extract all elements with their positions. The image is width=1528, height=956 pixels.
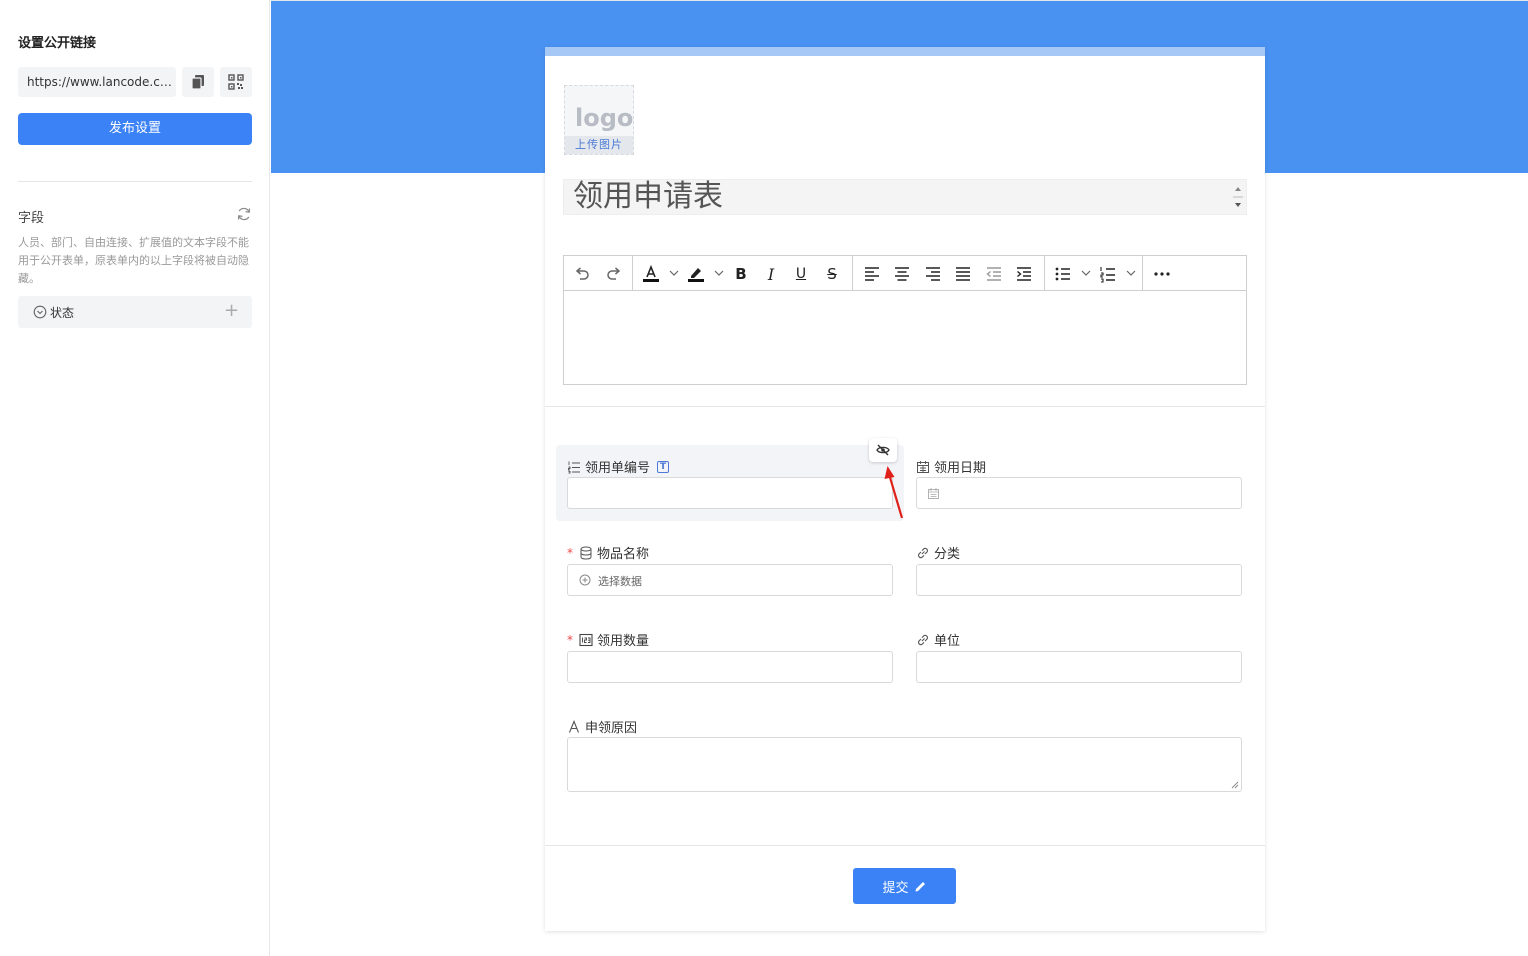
eye-off-icon (876, 444, 890, 456)
submit-button[interactable]: 提交 (853, 868, 956, 904)
font-color-icon[interactable] (641, 264, 661, 284)
qr-code-icon (228, 74, 244, 90)
footer-divider (545, 845, 1265, 846)
numbered-list-icon[interactable] (1098, 264, 1118, 284)
quantity-input[interactable] (567, 651, 893, 683)
number-icon (579, 633, 593, 646)
highlight-color-icon[interactable] (686, 264, 706, 284)
pencil-icon (915, 881, 925, 891)
database-icon (580, 546, 592, 560)
toolbar-group-history (564, 256, 633, 291)
item-name-label: 物品名称 (597, 547, 650, 562)
field-label-unit: 单位 (916, 630, 960, 649)
field-label-category: 分类 (916, 543, 960, 562)
category-input[interactable] (916, 564, 1242, 596)
logo-upload[interactable]: logo 上传图片 (564, 85, 634, 155)
upload-image-label[interactable]: 上传图片 (565, 136, 633, 154)
refresh-icon[interactable] (236, 206, 252, 222)
chevron-down-icon[interactable] (1126, 266, 1136, 280)
serial-number-icon (568, 461, 580, 473)
field-label-item-name: * 物品名称 (567, 543, 650, 563)
calendar-icon (928, 488, 939, 499)
text-icon (568, 719, 580, 733)
reason-textarea[interactable] (567, 737, 1242, 792)
select-data-placeholder: 选择数据 (598, 575, 642, 588)
order-no-input[interactable] (567, 477, 893, 509)
align-left-icon[interactable] (862, 264, 882, 284)
align-center-icon[interactable] (892, 264, 912, 284)
card-top-bar (545, 47, 1265, 56)
resize-handle-icon[interactable] (1231, 781, 1239, 789)
form-card: logo 上传图片 领用申请表 B I U S 领用单编号 T 领用日期 * 物… (545, 47, 1265, 931)
field-label-date: 领用日期 (916, 457, 986, 476)
add-circle-icon (579, 574, 591, 586)
required-mark: * (567, 632, 573, 647)
category-label: 分类 (934, 547, 961, 562)
more-icon[interactable] (1152, 264, 1172, 284)
date-input[interactable] (916, 477, 1242, 509)
field-label-order-no: 领用单编号 T (567, 457, 670, 476)
reason-label: 申领原因 (585, 721, 638, 736)
calendar-icon (917, 460, 929, 473)
fields-heading: 字段 (18, 211, 45, 226)
bullet-list-icon[interactable] (1053, 264, 1073, 284)
qr-code-button[interactable] (220, 67, 252, 97)
description-editor[interactable]: B I U S (563, 255, 1247, 385)
spinner-arrows-icon[interactable] (1232, 184, 1244, 210)
undo-icon[interactable] (572, 264, 592, 284)
annotation-arrow-icon (884, 466, 904, 519)
date-label: 领用日期 (934, 461, 987, 476)
public-link-field[interactable]: https://www.lancode.cn... (18, 67, 176, 97)
align-justify-icon[interactable] (953, 264, 973, 284)
fields-description: 人员、部门、自由连接、扩展值的文本字段不能用于公开表单，原表单内的以上字段将被自… (18, 236, 249, 285)
unit-label: 单位 (934, 634, 961, 649)
dropdown-circle-icon (33, 305, 47, 319)
field-label-quantity: * 领用数量 (567, 630, 650, 650)
copy-link-button[interactable] (182, 67, 214, 97)
link-icon (918, 547, 928, 558)
hide-field-button[interactable] (869, 438, 897, 462)
publish-settings-button[interactable]: 发布设置 (18, 113, 252, 145)
toolbar-group-lists (1045, 256, 1143, 291)
toolbar-group-align (853, 256, 1045, 291)
chevron-down-icon[interactable] (714, 266, 724, 280)
unit-input[interactable] (916, 651, 1242, 683)
copy-icon (191, 75, 204, 90)
submit-label: 提交 (882, 880, 909, 896)
strikethrough-icon[interactable]: S (822, 264, 842, 284)
outdent-icon[interactable] (984, 264, 1004, 284)
section-divider (545, 406, 1265, 407)
form-title: 领用申请表 (573, 179, 723, 214)
status-chip-label: 状态 (50, 306, 75, 320)
public-link-title: 设置公开链接 (18, 36, 97, 51)
field-label-reason: 申领原因 (567, 717, 637, 736)
sidebar-divider (18, 181, 252, 182)
underline-icon[interactable]: U (791, 264, 811, 284)
chevron-down-icon[interactable] (669, 266, 679, 280)
indent-icon[interactable] (1014, 264, 1034, 284)
logo-placeholder: logo (575, 104, 634, 132)
quantity-label: 领用数量 (597, 634, 650, 649)
toolbar-group-format: B I U S (633, 256, 853, 291)
italic-icon[interactable]: I (761, 264, 781, 284)
add-icon[interactable]: + (224, 301, 239, 321)
align-right-icon[interactable] (923, 264, 943, 284)
bold-icon[interactable]: B (731, 264, 751, 284)
field-chip-status[interactable]: 状态 + (18, 296, 252, 328)
editor-toolbar: B I U S (564, 256, 1246, 291)
chevron-down-icon[interactable] (1081, 266, 1091, 280)
order-no-label: 领用单编号 (585, 461, 651, 476)
required-mark: * (567, 545, 573, 560)
item-name-select[interactable]: 选择数据 (567, 564, 893, 596)
text-type-badge: T (657, 460, 670, 473)
form-title-field[interactable]: 领用申请表 (563, 179, 1247, 215)
sidebar: 设置公开链接 https://www.lancode.cn... 发布设置 字段… (0, 0, 270, 956)
link-icon (918, 634, 928, 645)
redo-icon[interactable] (604, 264, 624, 284)
